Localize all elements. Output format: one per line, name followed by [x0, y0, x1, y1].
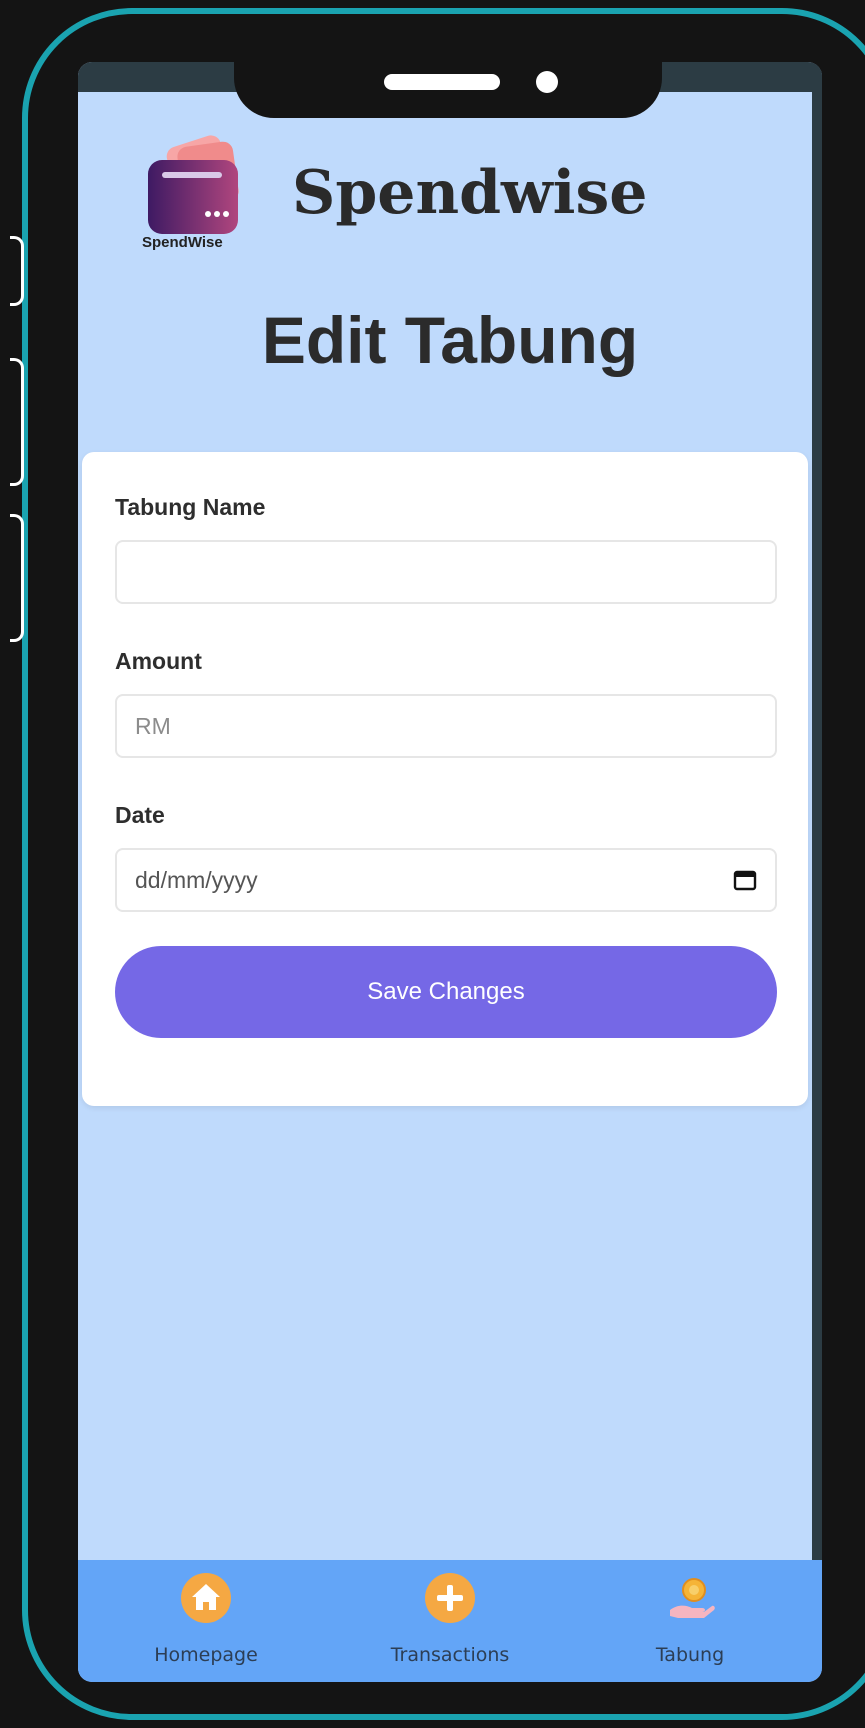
- phone-notch: [234, 54, 662, 118]
- speaker-grille: [384, 74, 500, 90]
- nav-item-homepage[interactable]: Homepage: [106, 1560, 306, 1682]
- logo-caption: SpendWise: [142, 234, 223, 250]
- side-button: [10, 236, 24, 306]
- tabung-name-input[interactable]: [115, 540, 777, 604]
- side-button: [10, 358, 24, 486]
- date-label: Date: [115, 802, 165, 828]
- edit-tabung-form: Tabung Name Amount Date dd/mm/yyyy Save …: [82, 452, 808, 1106]
- plus-icon: [425, 1573, 475, 1623]
- tabung-name-label: Tabung Name: [115, 494, 266, 520]
- home-icon: [181, 1573, 231, 1623]
- date-placeholder: dd/mm/yyyy: [135, 866, 258, 893]
- nav-label-transactions: Transactions: [390, 1644, 510, 1666]
- app-logo: SpendWise: [140, 130, 252, 251]
- savings-hand-icon: [670, 1578, 715, 1618]
- wallet-logo-icon: SpendWise: [142, 135, 239, 251]
- amount-input[interactable]: [115, 694, 777, 758]
- side-button: [10, 514, 24, 642]
- calendar-icon[interactable]: [733, 869, 757, 891]
- amount-label: Amount: [115, 648, 202, 674]
- bottom-nav: Homepage Transactions Tabung: [78, 1560, 822, 1682]
- nav-item-transactions[interactable]: Transactions: [350, 1560, 550, 1682]
- page-title: Edit Tabung: [261, 303, 639, 377]
- nav-label-homepage: Homepage: [154, 1644, 258, 1666]
- save-changes-button[interactable]: Save Changes: [115, 946, 777, 1038]
- app-screen: SpendWise Spendwise Edit Tabung Tabung N…: [78, 62, 822, 1682]
- date-input[interactable]: dd/mm/yyyy: [115, 848, 777, 912]
- nav-item-tabung[interactable]: Tabung: [590, 1560, 790, 1682]
- front-camera: [536, 71, 558, 93]
- app-brand: Spendwise: [292, 158, 648, 228]
- nav-label-tabung: Tabung: [655, 1644, 725, 1666]
